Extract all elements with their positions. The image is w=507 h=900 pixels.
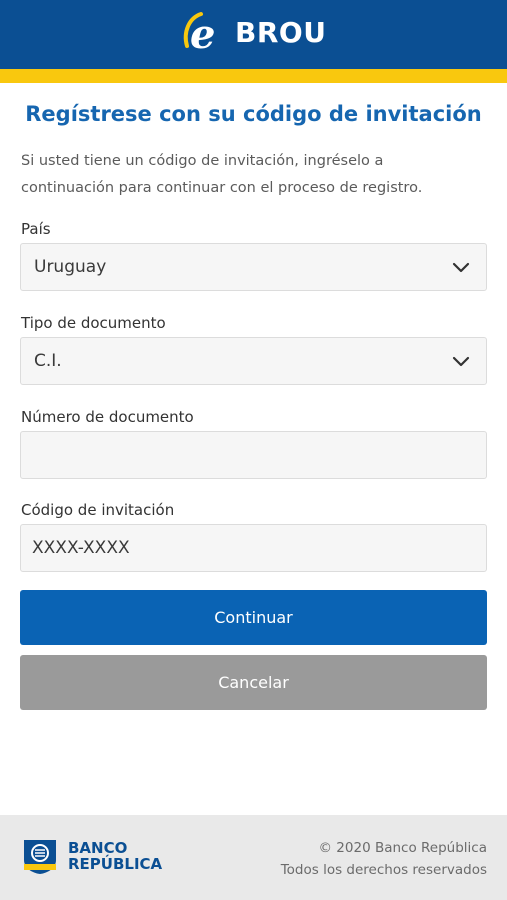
- chevron-down-icon: [452, 356, 470, 367]
- document-type-value: C.I.: [34, 351, 62, 371]
- banco-republica-logo: BANCO REPÚBLICA: [20, 836, 162, 876]
- invitation-code-label: Código de invitación: [21, 501, 175, 519]
- document-number-field: [20, 431, 487, 479]
- invitation-code-input[interactable]: [21, 525, 486, 571]
- cancel-button[interactable]: Cancelar: [20, 655, 487, 710]
- ebrou-logo: e BROU: [181, 9, 327, 58]
- document-number-input[interactable]: [21, 432, 486, 478]
- chevron-down-icon: [452, 262, 470, 273]
- header-accent-stripe: [0, 69, 507, 83]
- page-title: Regístrese con su código de invitación: [25, 102, 482, 126]
- app-header: e BROU: [0, 0, 507, 69]
- footer-legal: © 2020 Banco República Todos los derecho…: [281, 837, 487, 881]
- country-select[interactable]: Uruguay: [20, 243, 487, 291]
- banco-republica-emblem-icon: [24, 840, 56, 874]
- footer-brand-line-1: BANCO: [68, 839, 128, 857]
- invitation-code-field: [20, 524, 487, 572]
- footer-rights: Todos los derechos reservados: [280, 862, 487, 878]
- page-footer: BANCO REPÚBLICA © 2020 Banco República T…: [0, 815, 507, 900]
- logo-wordmark: BROU: [235, 15, 327, 49]
- intro-line-2: continuación para continuar con el proce…: [21, 180, 423, 196]
- intro-line-1: Si usted tiene un código de invitación, …: [21, 153, 384, 169]
- country-label: País: [21, 220, 51, 238]
- footer-brand-name: BANCO REPÚBLICA: [68, 840, 162, 872]
- footer-brand-line-2: REPÚBLICA: [68, 855, 163, 873]
- continue-button[interactable]: Continuar: [20, 590, 487, 645]
- ebrou-logo-mark-icon: e: [181, 10, 225, 58]
- intro-text: Si usted tiene un código de invitación, …: [21, 148, 491, 202]
- document-type-select[interactable]: C.I.: [20, 337, 487, 385]
- document-type-label: Tipo de documento: [21, 314, 166, 332]
- document-number-label: Número de documento: [21, 408, 194, 426]
- country-value: Uruguay: [34, 257, 107, 277]
- footer-copyright: © 2020 Banco República: [318, 840, 487, 856]
- logo-mark-glyph: e: [190, 11, 215, 56]
